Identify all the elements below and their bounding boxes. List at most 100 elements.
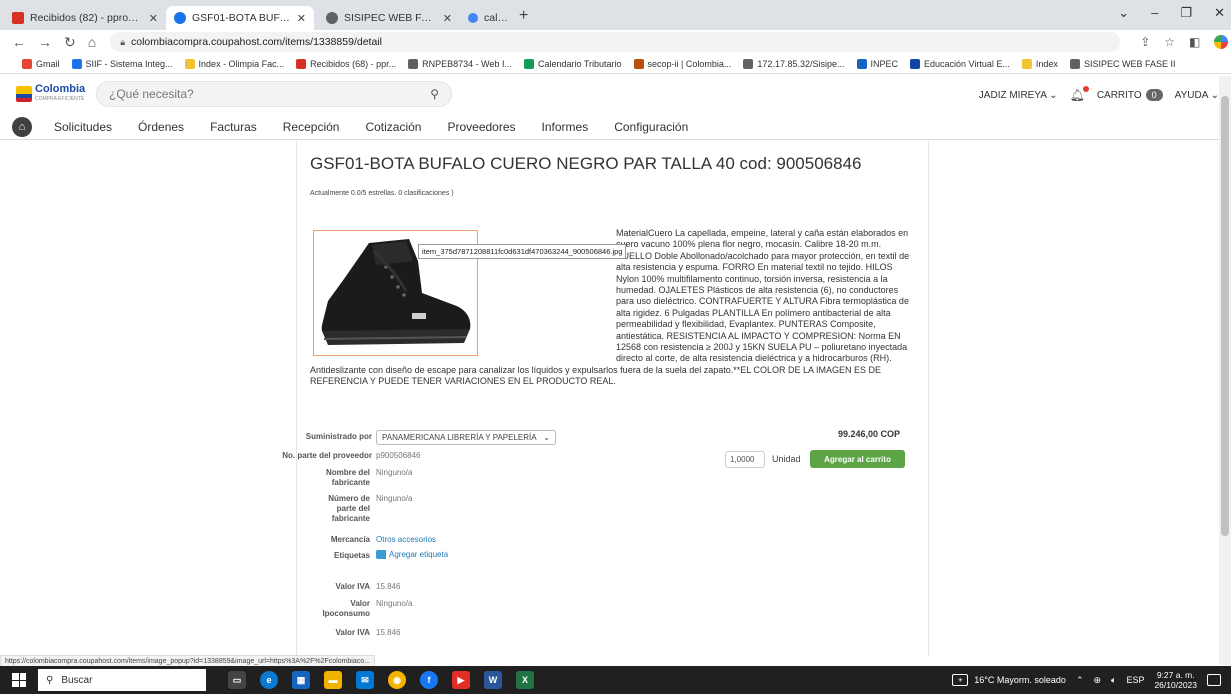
page-scrollbar[interactable]: [1219, 76, 1231, 665]
home-icon[interactable]: ⌂: [88, 34, 96, 50]
tab-title: Recibidos (82) - pproductivos.ej: [30, 12, 143, 24]
tab-search-chevron-icon[interactable]: ⌄: [1118, 5, 1129, 21]
merch-link[interactable]: Otros accesorios: [376, 535, 436, 544]
close-tab-icon[interactable]: ✕: [443, 12, 452, 25]
menu-proveedores[interactable]: Proveedores: [447, 120, 515, 134]
bookmark-item[interactable]: Index: [1021, 58, 1058, 69]
language-indicator[interactable]: ESP: [1126, 675, 1144, 685]
bookmark-item[interactable]: 172.17.85.32/Sisipe...: [743, 58, 845, 69]
bookmark-label: INPEC: [870, 58, 899, 69]
bookmark-item[interactable]: RNPEB8734 - Web I...: [408, 58, 512, 69]
tab-title: SISIPEC WEB FASE II: [344, 12, 437, 24]
bookmark-label: SIIF - Sistema Integ...: [85, 58, 173, 69]
bookmark-item[interactable]: SIIF - Sistema Integ...: [71, 58, 173, 69]
close-tab-icon[interactable]: ✕: [297, 12, 306, 25]
maker-part-label: Número de parte del fabricante: [328, 494, 370, 523]
help-label: AYUDA: [1174, 89, 1208, 101]
back-arrow-icon[interactable]: ←: [12, 34, 26, 50]
tags-label: Etiquetas: [333, 551, 370, 560]
search-icon[interactable]: ⚲: [430, 87, 439, 101]
task-view-icon[interactable]: ▭: [228, 671, 246, 689]
unit-label: Unidad: [772, 454, 801, 464]
menu-ordenes[interactable]: Órdenes: [138, 120, 184, 134]
weather-widget[interactable]: ☀ 16°C Mayorm. soleado: [952, 674, 1066, 686]
user-menu[interactable]: JADIZ MIREYA ⌄: [979, 90, 1058, 101]
notifications-icon[interactable]: [1207, 674, 1221, 686]
bookmarks-bar: Gmail SIIF - Sistema Integ... Index - Olim…: [0, 54, 1231, 74]
notification-dot: [1082, 86, 1089, 92]
supplier-select[interactable]: PANAMERICANA LIBRERÍA Y PAPELERÍA ⌄: [376, 430, 556, 445]
clock-date: 26/10/2023: [1154, 680, 1197, 690]
chrome-icon[interactable]: ◉: [388, 671, 406, 689]
menu-cotizacion[interactable]: Cotización: [365, 120, 421, 134]
close-window-icon[interactable]: ✕: [1214, 5, 1225, 21]
iva-label-2: Valor IVA: [335, 628, 370, 637]
menu-recepcion[interactable]: Recepción: [283, 120, 340, 134]
windows-start-icon[interactable]: [12, 673, 26, 687]
product-price: 99.246,00 COP: [838, 429, 901, 439]
volume-icon[interactable]: 🔈︎: [1111, 675, 1116, 686]
address-bar[interactable]: 🔒︎ colombiacompra.coupahost.com/items/13…: [110, 32, 1121, 52]
reload-icon[interactable]: ↻: [64, 34, 76, 51]
share-icon[interactable]: ⇪: [1140, 35, 1150, 49]
menu-solicitudes[interactable]: Solicitudes: [54, 120, 112, 134]
bookmark-item[interactable]: secop-ii | Colombia...: [633, 58, 732, 69]
browser-tab-strip: Recibidos (82) - pproductivos.ej ✕ GSF01…: [0, 0, 1231, 30]
bookmark-favicon-icon: [184, 58, 195, 69]
lock-icon[interactable]: 🔒︎: [120, 37, 125, 48]
help-menu[interactable]: AYUDA ⌄: [1175, 90, 1219, 101]
bookmark-favicon-icon: [910, 58, 921, 69]
clock[interactable]: 9:27 a. m. 26/10/2023: [1154, 670, 1197, 690]
tag-icon: [376, 550, 386, 560]
store-icon[interactable]: ▦: [292, 671, 310, 689]
quantity-input[interactable]: 1,0000: [725, 451, 765, 468]
supplier-value: PANAMERICANA LIBRERÍA Y PAPELERÍA: [382, 433, 537, 442]
scrollbar-thumb[interactable]: [1221, 96, 1229, 536]
bookmark-star-icon[interactable]: ☆: [1164, 35, 1175, 49]
side-panel-icon[interactable]: ◧: [1189, 35, 1200, 49]
home-icon[interactable]: ⌂: [12, 116, 32, 137]
bookmark-item[interactable]: Educación Virtual E...: [910, 58, 1010, 69]
network-icon[interactable]: ⊕: [1093, 675, 1101, 686]
colombia-compra-logo[interactable]: Colombia COMPRA EFICIENTE: [16, 81, 86, 107]
facebook-icon[interactable]: f: [420, 671, 438, 689]
bookmark-label: RNPEB8734 - Web I...: [422, 58, 512, 69]
restore-icon[interactable]: ❐: [1180, 5, 1192, 21]
bookmark-item[interactable]: INPEC: [856, 58, 899, 69]
tray-chevron-icon[interactable]: ⌃: [1076, 675, 1084, 686]
notifications-bell-icon[interactable]: 🔔︎: [1070, 86, 1089, 102]
menu-configuracion[interactable]: Configuración: [614, 120, 688, 134]
bookmark-item[interactable]: Index - Olimpia Fac...: [184, 58, 284, 69]
bookmark-favicon-icon: [633, 58, 644, 69]
add-to-cart-button[interactable]: Agregar al carrito: [810, 450, 905, 468]
tab-gmail[interactable]: Recibidos (82) - pproductivos.ej ✕: [4, 6, 166, 30]
tab-sisipec[interactable]: SISIPEC WEB FASE II ✕: [318, 6, 460, 30]
bookmark-item[interactable]: Recibidos (68) - ppr...: [296, 58, 396, 69]
mail-icon[interactable]: ✉: [356, 671, 374, 689]
user-name: JADIZ MIREYA: [978, 89, 1047, 101]
menu-informes[interactable]: Informes: [542, 120, 589, 134]
profile-avatar-icon[interactable]: [1214, 35, 1229, 49]
excel-icon[interactable]: X: [516, 671, 534, 689]
product-rating[interactable]: Actualmente 0.0/5 estrellas. 0 clasifica…: [310, 190, 454, 197]
bookmark-item[interactable]: SISIPEC WEB FASE II: [1069, 58, 1175, 69]
forward-arrow-icon[interactable]: →: [38, 34, 52, 50]
add-tag-link[interactable]: Agregar etiqueta: [376, 550, 448, 560]
bookmark-item[interactable]: Gmail: [22, 58, 60, 69]
bookmark-label: secop-ii | Colombia...: [647, 58, 732, 69]
new-tab-button[interactable]: +: [519, 8, 528, 24]
file-explorer-icon[interactable]: ▬: [324, 671, 342, 689]
close-tab-icon[interactable]: ✕: [149, 12, 158, 25]
search-input[interactable]: ¿Qué necesita? ⚲: [96, 81, 452, 107]
bookmark-item[interactable]: Calendario Tributario: [524, 58, 622, 69]
tab-calzado-search[interactable]: calzado cuero blanco hombre p: [462, 6, 516, 30]
word-icon[interactable]: W: [484, 671, 502, 689]
minimize-icon[interactable]: –: [1151, 5, 1158, 21]
menu-facturas[interactable]: Facturas: [210, 120, 257, 134]
tab-product-detail[interactable]: GSF01-BOTA BUFALO CUERO NI ✕: [166, 6, 314, 30]
cart-link[interactable]: CARRITO 0: [1097, 88, 1163, 101]
iva-value: 15.846: [376, 582, 401, 591]
youtube-icon[interactable]: ▶: [452, 671, 470, 689]
edge-icon[interactable]: e: [260, 671, 278, 689]
taskbar-search-input[interactable]: ⚲ Buscar: [38, 669, 206, 691]
